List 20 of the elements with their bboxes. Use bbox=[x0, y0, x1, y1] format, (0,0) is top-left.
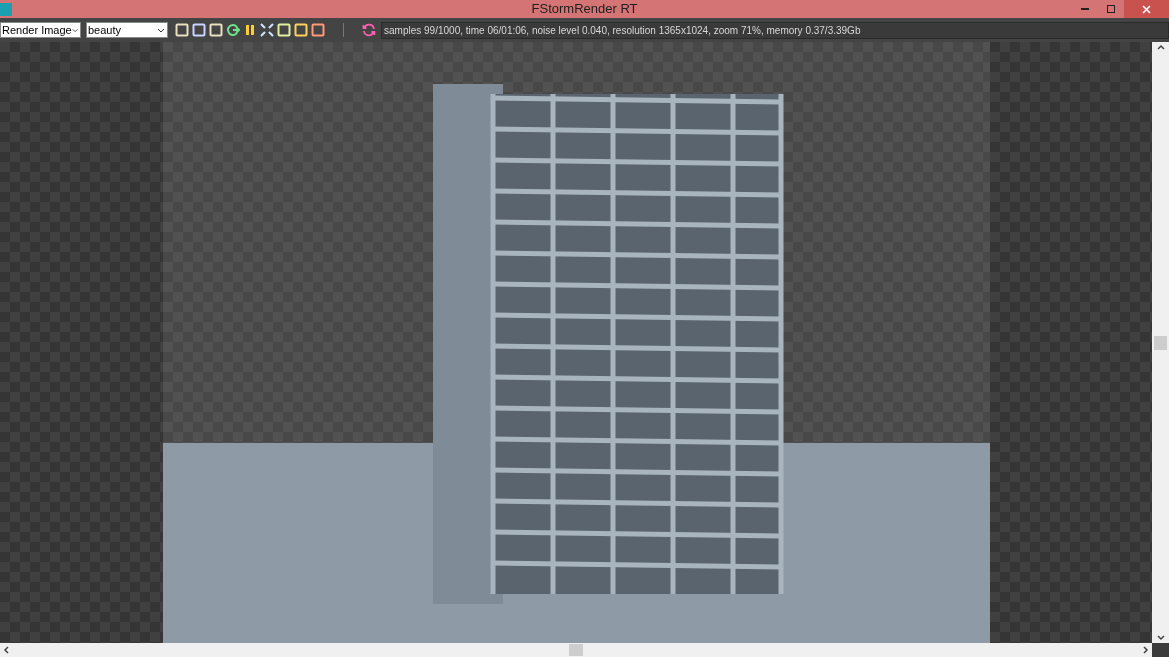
refresh-icon[interactable] bbox=[362, 23, 377, 37]
chevron-down-icon bbox=[71, 27, 78, 33]
scroll-thumb[interactable] bbox=[1154, 335, 1167, 350]
expand-icon[interactable] bbox=[260, 23, 275, 37]
close-button[interactable] bbox=[1124, 0, 1169, 18]
arrow-down-icon[interactable] bbox=[1156, 635, 1165, 641]
arrow-left-icon[interactable] bbox=[3, 646, 9, 654]
channel-dropdown[interactable]: beauty bbox=[86, 22, 169, 38]
vertical-scrollbar[interactable] bbox=[1152, 42, 1169, 643]
arrow-up-icon[interactable] bbox=[1156, 44, 1165, 50]
refresh-arrow-icon[interactable] bbox=[226, 23, 241, 37]
channel-dropdown[interactable]: Render Image bbox=[0, 22, 81, 38]
horizontal-scrollbar[interactable] bbox=[0, 643, 1152, 657]
chevron-down-icon bbox=[157, 27, 166, 33]
arrow-right-icon[interactable] bbox=[1143, 646, 1149, 654]
scroll-thumb[interactable] bbox=[569, 644, 583, 656]
close-icon bbox=[1142, 4, 1151, 14]
app-icon bbox=[0, 2, 12, 16]
status-field: samples 99/1000, time 06/01:06, noise level 0.040, resolution 1365x1024, zoom 71%, memory 0.37/3.39Gb bbox=[381, 21, 1169, 39]
window-title: FStormRender RT bbox=[531, 0, 638, 19]
